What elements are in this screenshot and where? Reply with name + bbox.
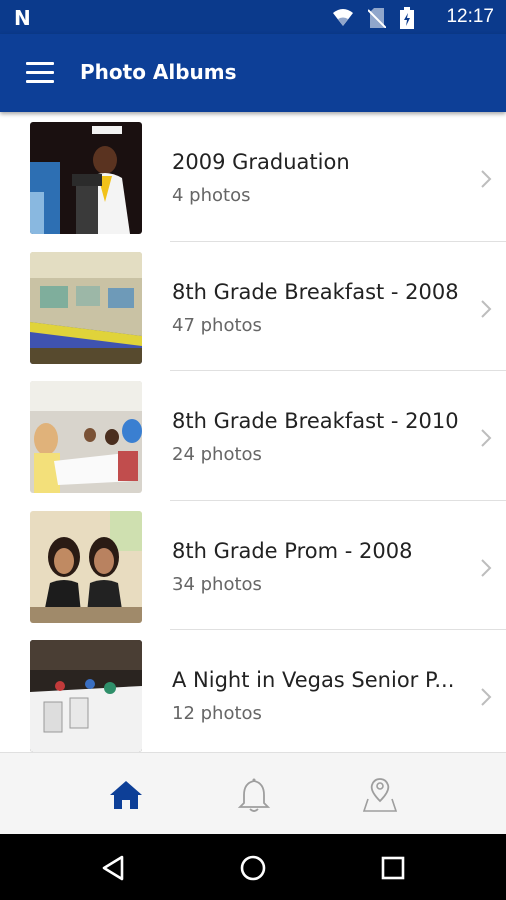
status-bar: N 12:17 [0,0,506,34]
home-circle-icon[interactable] [236,851,270,885]
app-bar: Photo Albums [0,34,506,112]
map-pin-icon[interactable] [360,775,400,815]
album-row[interactable]: 8th Grade Prom - 2008 34 photos [0,501,506,630]
album-photo-count: 4 photos [172,185,251,206]
chevron-right-icon [481,170,492,188]
album-row[interactable]: A Night in Vegas Senior P... 12 photos [0,630,506,752]
album-title: 8th Grade Prom - 2008 [172,538,413,563]
bell-icon[interactable] [234,775,274,815]
album-thumbnail [30,510,142,623]
chevron-right-icon [481,688,492,706]
chevron-right-icon [481,299,492,318]
wifi-icon [333,9,353,26]
album-thumbnail [30,640,142,752]
album-title: 8th Grade Breakfast - 2008 [172,279,459,304]
album-photo-count: 12 photos [172,703,262,724]
system-navigation-bar [0,834,506,900]
battery-charging-icon [400,7,414,29]
album-photo-count: 34 photos [172,573,262,595]
album-row[interactable]: 2009 Graduation 4 photos [0,112,506,242]
home-icon[interactable] [106,775,146,815]
album-title: 2009 Graduation [172,150,350,174]
album-title: A Night in Vegas Senior P... [172,668,455,692]
bottom-navigation [0,752,506,835]
album-thumbnail [30,251,142,364]
clock: 12:17 [446,6,494,27]
n-logo-icon: N [14,6,31,30]
album-list: 2009 Graduation 4 photos 8th Grade Break… [0,112,506,752]
album-thumbnail [30,381,142,493]
album-thumbnail [30,122,142,234]
album-row[interactable]: 8th Grade Breakfast - 2008 47 photos [0,242,506,371]
no-sim-icon [368,8,386,28]
chevron-right-icon [481,558,492,577]
hamburger-menu-icon[interactable] [26,62,54,84]
album-row[interactable]: 8th Grade Breakfast - 2010 24 photos [0,371,506,501]
back-icon[interactable] [96,851,130,885]
album-photo-count: 24 photos [172,444,262,465]
chevron-right-icon [481,429,492,447]
page-title: Photo Albums [80,60,237,84]
album-photo-count: 47 photos [172,314,262,336]
album-title: 8th Grade Breakfast - 2010 [172,409,459,433]
status-icons [332,7,414,29]
recents-icon[interactable] [376,851,410,885]
